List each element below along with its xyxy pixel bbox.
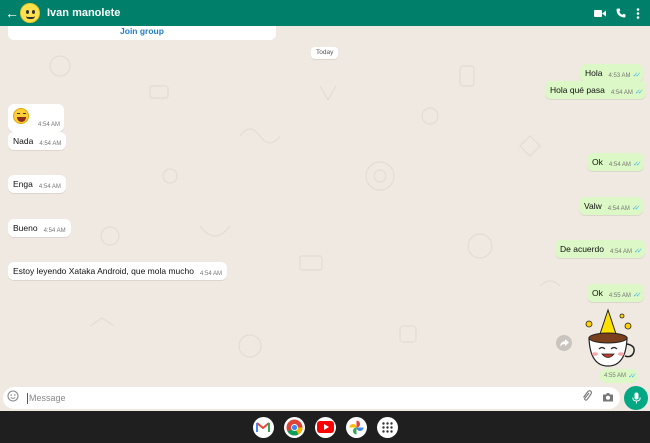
taskbar [0,411,650,443]
message-text: Nada [13,136,34,146]
message-time: 4:54 AM [608,161,631,168]
message-bubble-in[interactable]: 4:54 AM [8,104,64,132]
message-text: Bueno [13,223,38,233]
message-time: 4:54 AM [199,270,222,277]
emoji-icon[interactable] [7,389,19,407]
coffee-cup-party-sticker[interactable] [577,308,639,370]
doodle-wallpaper [49,55,561,358]
message-text: Hola [585,68,603,78]
text-cursor [27,392,28,404]
message-time: 4:54 AM [38,183,61,190]
message-text: Valw [584,201,602,211]
message-bubble-out[interactable]: Ok 4:54 AM ✓✓ [587,153,644,171]
read-ticks-icon: ✓✓ [632,292,642,299]
more-vert-icon[interactable] [636,7,640,19]
date-divider: Today [311,47,339,59]
message-bubble-out[interactable]: De acuerdo 4:54 AM ✓✓ [555,240,645,258]
read-ticks-icon: ✓✓ [634,89,644,96]
mic-icon [631,392,641,404]
forward-icon[interactable] [556,335,572,351]
laughing-emoji-icon [13,108,29,124]
read-ticks-icon: ✓✓ [632,72,642,79]
photos-icon[interactable] [345,416,367,438]
message-placeholder: Message [29,393,66,403]
attach-icon[interactable] [582,389,592,407]
video-call-icon[interactable] [594,9,606,18]
arrow-back-icon[interactable]: ← [5,0,19,26]
camera-icon[interactable] [602,389,614,407]
gmail-icon[interactable] [252,416,274,438]
message-bubble-out[interactable]: Ok 4:55 AM ✓✓ [587,284,644,302]
message-text: De acuerdo [560,244,604,254]
chat-area[interactable]: Join group Today Hola 4:53 AM ✓✓ Hola qu… [0,26,650,386]
read-ticks-icon: ✓✓ [632,161,642,168]
voice-call-icon[interactable] [616,8,626,18]
message-input[interactable]: Message [3,387,620,409]
message-time: 4:54 AM [610,89,633,96]
message-bubble-in[interactable]: Bueno 4:54 AM [8,219,71,237]
message-time: 4:53 AM [608,72,631,79]
message-text: Enga [13,179,33,189]
message-bubble-out[interactable]: Valw 4:54 AM ✓✓ [579,197,643,215]
app-drawer-icon[interactable] [376,416,398,438]
read-ticks-icon: ✓✓ [633,248,643,255]
message-bubble-in[interactable]: Estoy leyendo Xataka Android, que mola m… [8,262,227,280]
sticker-time: 4:55 AM ✓✓ [600,369,638,383]
message-time: 4:54 AM [43,227,66,234]
mic-button[interactable] [624,386,648,410]
read-ticks-icon: ✓✓ [628,373,637,380]
message-time: 4:55 AM [608,292,631,299]
message-text: Ok [592,288,603,298]
message-bubble-in[interactable]: Enga 4:54 AM [8,175,66,193]
message-time: 4:54 AM [37,122,60,128]
message-text: Estoy leyendo Xataka Android, que mola m… [13,266,194,276]
message-bubble-in[interactable]: Nada 4:54 AM [8,132,67,150]
chrome-icon[interactable] [283,416,305,438]
composer-bar: Message [0,386,650,411]
message-time: 4:54 AM [609,248,632,255]
chat-header: ← Ivan manolete [0,0,650,26]
join-group-link[interactable]: Join group [8,26,276,40]
message-text: Ok [592,157,603,167]
read-ticks-icon: ✓✓ [631,205,641,212]
contact-name[interactable]: Ivan manolete [47,7,120,19]
message-time: 4:54 AM [39,140,62,147]
avatar[interactable] [20,3,40,23]
message-bubble-out[interactable]: Hola qué pasa 4:54 AM ✓✓ [545,81,646,99]
message-bubble-out[interactable]: Hola 4:53 AM ✓✓ [580,64,644,82]
youtube-icon[interactable] [314,416,336,438]
message-time: 4:54 AM [607,205,630,212]
message-text: Hola qué pasa [550,85,605,95]
